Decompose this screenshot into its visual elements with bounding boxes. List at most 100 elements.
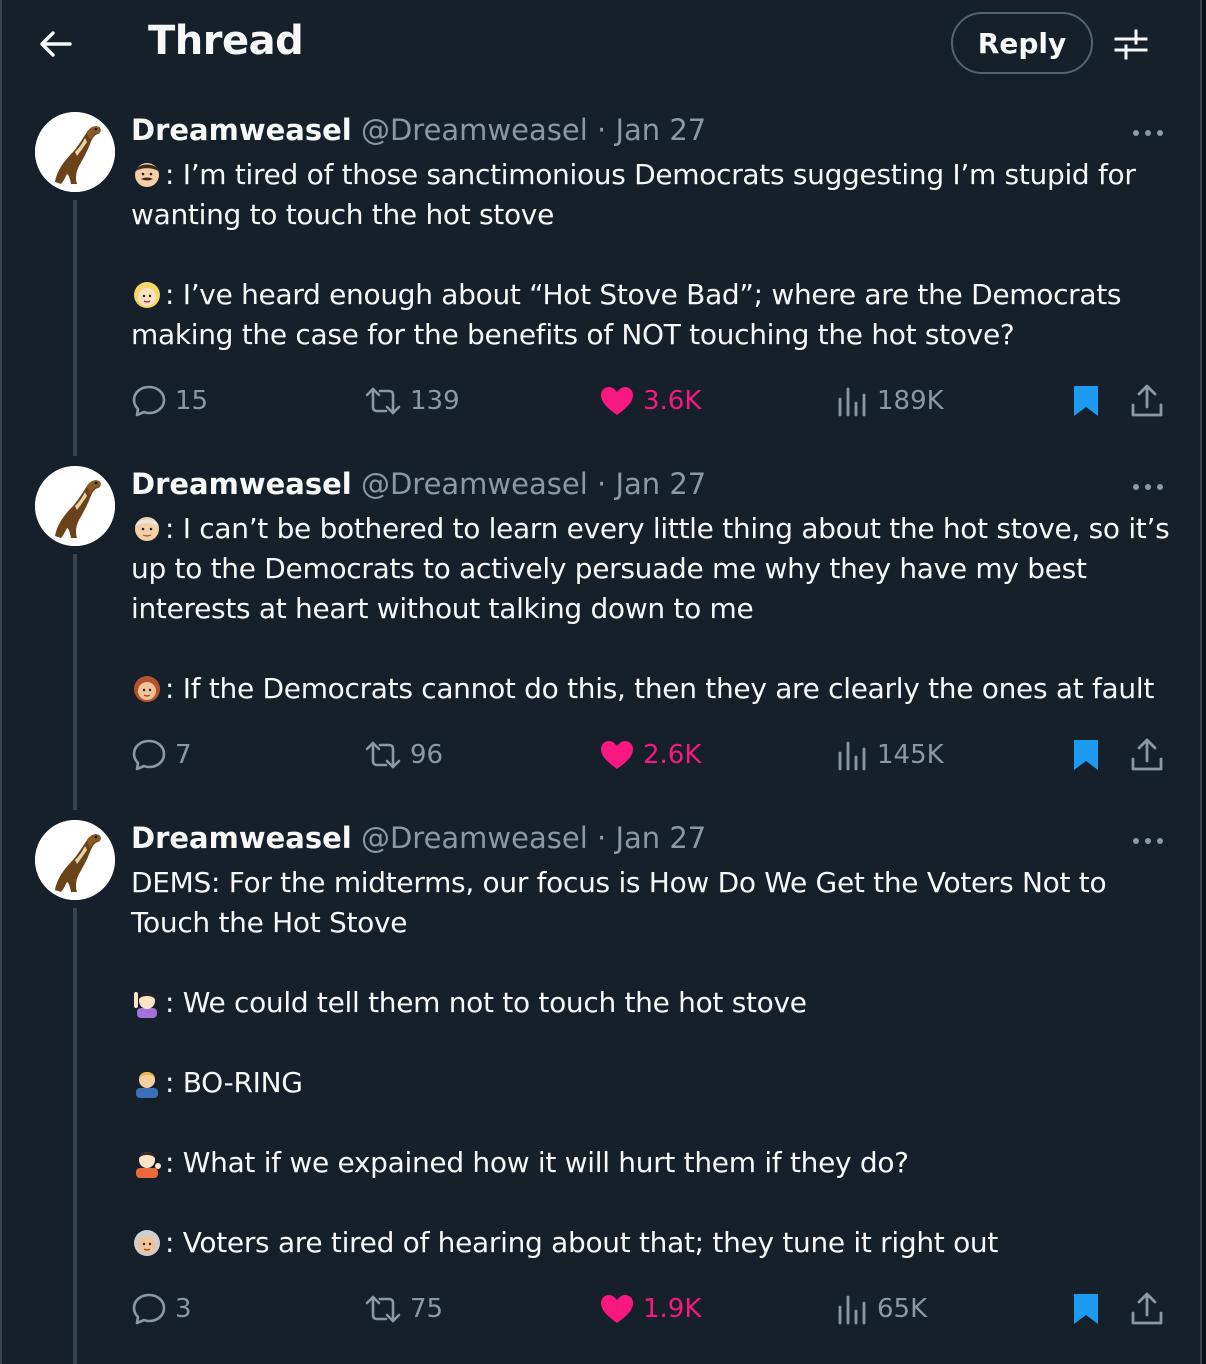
bookmark-icon [1074,386,1098,416]
share-icon [1131,738,1163,771]
dialogue-line: : I can’t be bothered to learn every lit… [131,512,1170,625]
view-count: 189K [877,386,944,416]
dialogue-line: : I’ve heard enough about “Hot Stove Bad… [131,278,1122,351]
tweet-date[interactable]: Jan 27 [615,467,706,501]
bar-chart-icon [838,387,866,417]
reply-bubble-icon [132,739,166,771]
tweet-intro: DEMS: For the midterms, our focus is How… [131,866,1107,939]
person-raising-hand-emoji [134,992,157,1018]
retweet-count: 75 [410,1294,444,1324]
retweet-action[interactable]: 139 [364,379,460,423]
bookmark-action[interactable] [1071,1287,1109,1331]
dialogue-line: : Voters are tired of hearing about that… [131,1223,1171,1263]
like-action[interactable]: 2.6K [599,733,701,777]
sliders-icon [1114,29,1148,60]
thread-connector [73,908,77,1364]
separator-dot: · [597,467,607,501]
avatar[interactable] [35,820,115,900]
view-count: 145K [877,740,944,770]
older-man-emoji [135,517,159,541]
more-options-button[interactable] [1128,472,1168,502]
tweet-actions: 15 139 3.6K 189K [131,379,1171,423]
man-blond-office-emoji [136,1072,158,1098]
retweet-count: 139 [410,386,460,416]
frame-edge [1202,0,1206,1364]
view-count: 65K [877,1294,928,1324]
arrow-left-icon [40,31,72,57]
tweet-actions: 3 75 1.9K 65K [131,1287,1171,1331]
dialogue-line: : I’m tired of those sanctimonious Democ… [131,158,1136,231]
retweet-icon [365,387,401,415]
filter-button[interactable] [1111,24,1151,64]
share-icon [1131,384,1163,417]
tweet-date[interactable]: Jan 27 [615,821,706,855]
share-icon [1131,1292,1163,1325]
thread-connector [73,554,77,810]
man-mustache-emoji [135,163,159,187]
like-count: 3.6K [643,386,702,416]
reply-action[interactable]: 7 [131,733,192,777]
frame-border-left [0,0,2,1364]
tweet-text: : I can’t be bothered to learn every lit… [131,509,1171,709]
weasel-avatar-icon [35,820,115,900]
bar-chart-icon [838,1295,866,1325]
like-action[interactable]: 3.6K [599,379,701,423]
author-name[interactable]: Dreamweasel [131,113,352,147]
tweet-header: Dreamweasel @Dreamweasel · Jan 27 [131,467,706,501]
reply-action[interactable]: 3 [131,1287,192,1331]
heart-icon [601,387,633,415]
views-action[interactable]: 145K [835,733,944,777]
bookmark-icon [1074,740,1098,770]
reply-count: 15 [175,386,209,416]
thread-connector [73,200,77,456]
dialogue-line: : What if we expained how it will hurt t… [131,1143,1171,1183]
author-name[interactable]: Dreamweasel [131,821,352,855]
more-options-button[interactable] [1128,826,1168,856]
retweet-action[interactable]: 75 [364,1287,443,1331]
author-name[interactable]: Dreamweasel [131,467,352,501]
author-handle[interactable]: @Dreamweasel [361,113,588,147]
dialogue-line: : We could tell them not to touch the ho… [131,983,1171,1023]
heart-icon [601,1295,633,1323]
retweet-icon [365,741,401,769]
avatar[interactable] [35,466,115,546]
tweet-header: Dreamweasel @Dreamweasel · Jan 27 [131,821,706,855]
blonde-person-emoji [134,282,160,308]
more-dots-icon [1133,130,1163,136]
more-options-button[interactable] [1128,118,1168,148]
views-action[interactable]: 189K [835,379,944,423]
retweet-action[interactable]: 96 [364,733,443,777]
bookmark-icon [1074,1294,1098,1324]
avatar[interactable] [35,112,115,192]
tweet-text: DEMS: For the midterms, our focus is How… [131,863,1171,1263]
separator-dot: · [597,113,607,147]
separator-dot: · [597,821,607,855]
bookmark-action[interactable] [1071,379,1109,423]
author-handle[interactable]: @Dreamweasel [361,821,588,855]
dialogue-line: : BO-RING [131,1063,1171,1103]
reply-count: 7 [175,740,192,770]
older-woman-emoji [134,1230,160,1256]
like-count: 2.6K [643,740,702,770]
share-action[interactable] [1129,1287,1173,1331]
retweet-count: 96 [410,740,444,770]
share-action[interactable] [1129,733,1173,777]
share-action[interactable] [1129,379,1173,423]
like-count: 1.9K [643,1294,702,1324]
person-tipping-hand-emoji [136,1152,161,1178]
bookmark-action[interactable] [1071,733,1109,777]
woman-red-hair-emoji [134,676,160,702]
tweet-actions: 7 96 2.6K 145K [131,733,1171,777]
tweet-header: Dreamweasel @Dreamweasel · Jan 27 [131,113,706,147]
author-handle[interactable]: @Dreamweasel [361,467,588,501]
views-action[interactable]: 65K [835,1287,927,1331]
bar-chart-icon [838,741,866,771]
tweet-date[interactable]: Jan 27 [615,113,706,147]
reply-button[interactable]: Reply [951,12,1093,74]
more-dots-icon [1133,484,1163,490]
like-action[interactable]: 1.9K [599,1287,701,1331]
back-button[interactable] [30,22,80,66]
reply-bubble-icon [132,1293,166,1325]
heart-icon [601,741,633,769]
reply-action[interactable]: 15 [131,379,208,423]
